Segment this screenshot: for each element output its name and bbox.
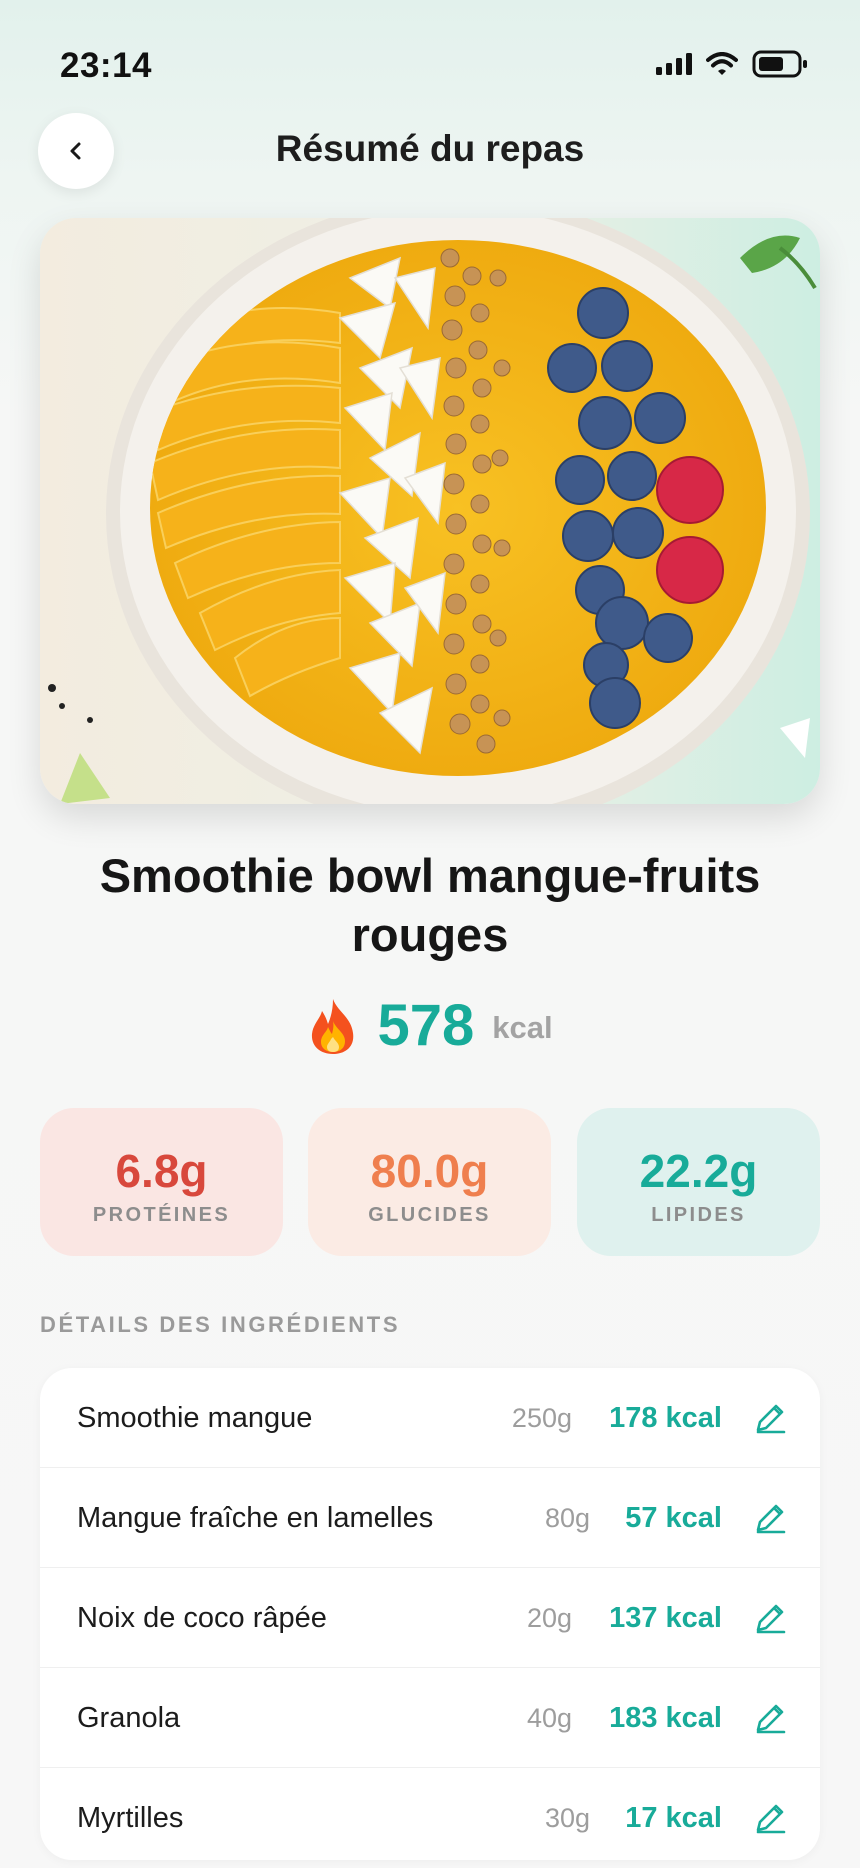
macro-label: PROTÉINES <box>92 1204 231 1226</box>
page-title: Résumé du repas <box>275 128 585 169</box>
ingredient-name: Granola <box>77 1702 181 1734</box>
ingredient-row[interactable]: Smoothie mangue 250g 178 kcal <box>40 1368 820 1468</box>
ingredient-quantity: 20g <box>526 1603 572 1633</box>
edit-pencil-icon[interactable] <box>752 1600 788 1636</box>
ingredient-name: Myrtilles <box>77 1802 184 1834</box>
macro-value: 6.8g <box>115 1145 208 1197</box>
fire-icon <box>312 999 354 1054</box>
calories-summary: 578 kcal <box>0 992 860 1060</box>
ingredient-kcal: 57 kcal <box>625 1502 722 1534</box>
macro-value: 22.2g <box>639 1145 758 1197</box>
status-time: 23:14 <box>60 46 153 85</box>
macro-card-proteins: 6.8g PROTÉINES <box>40 1108 283 1256</box>
ingredient-name: Smoothie mangue <box>77 1402 313 1434</box>
macro-label: LIPIDES <box>651 1204 746 1226</box>
ingredient-row[interactable]: Myrtilles 30g 17 kcal <box>40 1768 820 1860</box>
wifi-icon <box>706 52 738 75</box>
status-icons <box>656 50 808 78</box>
macro-value: 80.0g <box>370 1145 489 1197</box>
macros-row: 6.8g PROTÉINES 80.0g GLUCIDES 22.2g LIPI… <box>40 1108 820 1256</box>
macro-card-carbs: 80.0g GLUCIDES <box>308 1108 551 1256</box>
calories-unit: kcal <box>492 1010 553 1045</box>
ingredient-name: Mangue fraîche en lamelles <box>77 1502 434 1534</box>
ingredient-row[interactable]: Granola 40g 183 kcal <box>40 1668 820 1768</box>
cellular-signal-icon <box>656 53 692 75</box>
calories-value: 578 <box>377 993 475 1058</box>
ingredient-quantity: 80g <box>544 1503 590 1533</box>
battery-icon <box>752 50 807 78</box>
edit-pencil-icon[interactable] <box>752 1500 788 1536</box>
ingredient-kcal: 137 kcal <box>609 1602 722 1634</box>
ingredient-row[interactable]: Noix de coco râpée 20g 137 kcal <box>40 1568 820 1668</box>
meal-name: Smoothie bowl mangue-fruits rouges <box>99 849 761 961</box>
meal-summary-screen: 23:14 Résumé du repas Smoothie bowl mang… <box>0 0 860 1868</box>
ingredient-quantity: 250g <box>511 1403 572 1433</box>
ingredients-section-title: DÉTAILS DES INGRÉDIENTS <box>40 1312 401 1337</box>
edit-pencil-icon[interactable] <box>752 1800 788 1836</box>
ingredients-list: Smoothie mangue 250g 178 kcal Mangue fra… <box>40 1368 820 1860</box>
ingredient-kcal: 17 kcal <box>625 1802 722 1834</box>
macro-label: GLUCIDES <box>368 1204 491 1226</box>
ingredient-quantity: 40g <box>526 1703 572 1733</box>
ingredient-kcal: 178 kcal <box>609 1402 722 1434</box>
macro-card-fats: 22.2g LIPIDES <box>577 1108 820 1256</box>
ingredient-quantity: 30g <box>544 1803 590 1833</box>
ingredient-name: Noix de coco râpée <box>77 1602 327 1634</box>
status-bar: 23:14 <box>0 0 860 130</box>
ingredient-row[interactable]: Mangue fraîche en lamelles 80g 57 kcal <box>40 1468 820 1568</box>
ingredient-kcal: 183 kcal <box>609 1702 722 1734</box>
meal-photo <box>40 218 820 804</box>
edit-pencil-icon[interactable] <box>752 1400 788 1436</box>
edit-pencil-icon[interactable] <box>752 1700 788 1736</box>
